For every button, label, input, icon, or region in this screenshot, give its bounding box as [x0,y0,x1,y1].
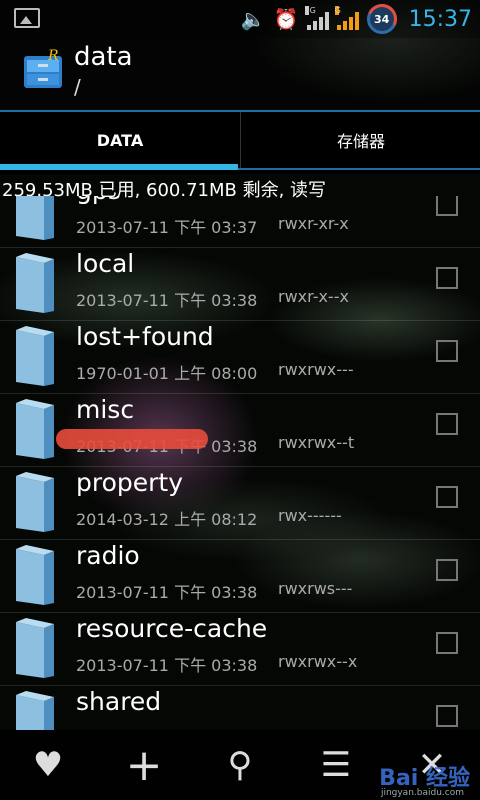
select-checkbox[interactable] [436,486,458,508]
folder-icon [16,545,54,605]
file-permissions: rwxr-x--x [278,287,349,306]
list-item[interactable]: property 2014-03-12 上午 08:12 rwx------ [0,466,480,540]
select-checkbox[interactable] [436,632,458,654]
file-permissions: rwxrwx--- [278,360,354,379]
file-name: shared [76,687,162,716]
list-item[interactable]: radio 2013-07-11 下午 03:38 rwxrws--- [0,539,480,613]
heart-icon[interactable]: ♥ [0,730,96,800]
list-item[interactable]: lost+found 1970-01-01 上午 08:00 rwxrwx--- [0,320,480,394]
select-checkbox[interactable] [436,340,458,362]
file-permissions: rwxrwx--x [278,652,358,671]
battery-level: 34 [373,12,390,26]
file-permissions: rwxr-xr-x [278,214,349,233]
folder-icon [16,472,54,532]
folder-icon [16,196,54,240]
select-checkbox[interactable] [436,196,458,216]
file-name: lost+found [76,322,214,351]
signal-3g-icon: 3G [304,6,329,30]
file-manager-app-icon[interactable]: R [22,48,64,90]
select-checkbox[interactable] [436,267,458,289]
list-item[interactable]: local 2013-07-11 下午 03:38 rwxr-x--x [0,247,480,321]
search-icon[interactable]: ⚲ [192,730,288,800]
file-list[interactable]: gps 2013-07-11 下午 03:37 rwxr-xr-x local … [0,196,480,730]
folder-icon [16,618,54,678]
alarm-icon: ⏰ [273,7,299,31]
image-notification-icon [14,8,40,28]
page-title: data [74,42,133,72]
highlight-annotation [56,429,208,449]
battery-icon: 34 [366,4,397,34]
svg-text:R: R [47,48,59,64]
tab-data[interactable]: DATA [0,112,240,168]
signal-g-icon: G [334,6,359,30]
tab-storage[interactable]: 存储器 [240,112,480,168]
folder-icon [16,253,54,313]
volume-icon: 🔈 [240,7,266,31]
file-date: 2013-07-11 下午 03:38 [76,291,258,310]
file-date: 2013-07-11 下午 03:37 [76,218,258,237]
clock: 15:37 [408,6,472,32]
file-name: gps [76,196,121,205]
folder-icon [16,326,54,386]
watermark-url: jingyan.baidu.com [380,788,464,798]
select-checkbox[interactable] [436,559,458,581]
select-checkbox[interactable] [436,705,458,727]
file-name: radio [76,541,140,570]
list-item[interactable]: resource-cache 2013-07-11 下午 03:38 rwxrw… [0,612,480,686]
file-date: 1970-01-01 上午 08:00 [76,364,258,383]
file-date: 2013-07-11 下午 03:38 [76,656,258,675]
action-bar [0,38,480,108]
select-checkbox[interactable] [436,413,458,435]
file-name: property [76,468,184,497]
file-name: local [76,249,135,278]
file-date: 2014-03-12 上午 08:12 [76,510,258,529]
list-item[interactable]: shared [0,685,480,730]
tab-indicator [0,164,238,170]
sort-icon[interactable]: ☰ [288,730,384,800]
file-permissions: rwxrws--- [278,579,353,598]
list-item[interactable]: gps 2013-07-11 下午 03:37 rwxr-xr-x [0,196,480,248]
folder-icon [16,399,54,459]
folder-icon [16,691,54,730]
file-permissions: rwx------ [278,506,342,525]
current-path: / [74,75,81,99]
file-permissions: rwxrwx--t [278,433,355,452]
plus-icon[interactable]: + [96,730,192,800]
file-name: resource-cache [76,614,268,643]
file-date: 2013-07-11 下午 03:38 [76,583,258,602]
file-name: misc [76,395,135,424]
status-bar: 🔈 ⏰ 3G G 34 15:37 [0,0,480,38]
